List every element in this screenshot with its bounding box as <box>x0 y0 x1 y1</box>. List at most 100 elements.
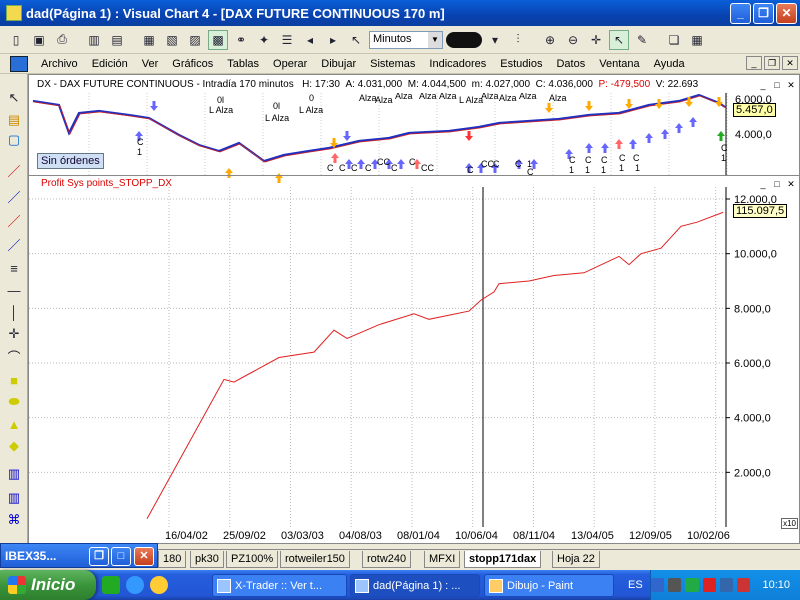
tab-rotw240[interactable]: rotw240 <box>362 551 412 568</box>
tab-hoja22[interactable]: Hoja 22 <box>552 551 600 568</box>
candle-chart-icon[interactable]: ▤ <box>107 30 127 50</box>
timeframe-select[interactable]: Minutos ▼ <box>369 30 443 49</box>
quicklaunch-app-icon[interactable] <box>102 576 120 594</box>
ibex-close-button[interactable]: ✕ <box>134 547 154 566</box>
layout-icon[interactable]: ▧ <box>162 30 182 50</box>
ibex-restore-button[interactable]: ❐ <box>89 547 109 566</box>
task-paint[interactable]: Dibujo - Paint <box>484 574 614 597</box>
curve-tool-icon[interactable]: ⌒ <box>4 346 24 366</box>
menu-graficos[interactable]: Gráficos <box>165 58 220 70</box>
task-visualchart[interactable]: dad(Página 1) : ... <box>350 574 480 597</box>
connection-icon[interactable] <box>719 578 734 592</box>
menu-edicion[interactable]: Edición <box>85 58 135 70</box>
timeframe-value: Minutos <box>373 32 412 45</box>
bar-chart-icon[interactable]: ▥ <box>84 30 104 50</box>
minimize-button[interactable]: _ <box>730 3 751 24</box>
dropdown-icon[interactable]: ▾ <box>485 30 505 50</box>
bar-style-icon[interactable]: ⫶ <box>508 30 528 50</box>
task-xtrader[interactable]: X-Trader :: Ver t... <box>212 574 347 597</box>
restore-button[interactable]: ❐ <box>753 3 774 24</box>
properties-icon[interactable]: ☰ <box>277 30 297 50</box>
menu-ver[interactable]: Ver <box>135 58 166 70</box>
start-button[interactable]: Inicio <box>0 570 96 600</box>
link-icon[interactable]: ⚭ <box>231 30 251 50</box>
menu-ayuda[interactable]: Ayuda <box>647 58 692 70</box>
ibex-maximize-button[interactable]: □ <box>111 547 131 566</box>
menu-archivo[interactable]: Archivo <box>34 58 85 70</box>
window-cascade-icon[interactable]: ❏ <box>664 30 684 50</box>
tab-180[interactable]: 180 <box>158 551 187 568</box>
open-page-icon[interactable]: ▦ <box>139 30 159 50</box>
cursor-tool-icon[interactable]: ↖ <box>346 30 366 50</box>
zoom-out-icon[interactable]: ⊖ <box>563 30 583 50</box>
menu-sistemas[interactable]: Sistemas <box>363 58 422 70</box>
security-icon[interactable] <box>685 578 699 592</box>
cycle-tool-icon[interactable]: ⌘ <box>4 510 24 530</box>
parallel-lines-icon[interactable]: ≡ <box>4 258 24 278</box>
monitor-icon[interactable] <box>668 578 682 592</box>
tab-rotweiler150[interactable]: rotweiler150 <box>280 551 350 568</box>
gann-icon[interactable]: ▥ <box>4 488 24 508</box>
panel-maximize-button[interactable]: □ <box>771 79 783 91</box>
crosshair-icon[interactable]: ✛ <box>586 30 606 50</box>
ruler-tool-icon[interactable]: ▤ <box>4 110 24 130</box>
firefox-icon[interactable] <box>150 576 168 594</box>
folder-icon[interactable]: ▨ <box>185 30 205 50</box>
zoom-in-icon[interactable]: ⊕ <box>540 30 560 50</box>
scroll-right-icon[interactable]: ▸ <box>323 30 343 50</box>
channel-tool-icon[interactable]: ／ <box>4 234 24 254</box>
rectangle-select-icon[interactable]: ▢ <box>4 130 24 150</box>
pointer-icon[interactable]: ↖ <box>609 29 629 50</box>
window-title: dad(Página 1) : Visual Chart 4 - [DAX FU… <box>26 5 445 21</box>
menu-indicadores[interactable]: Indicadores <box>422 58 493 70</box>
save-icon[interactable]: ▣ <box>29 30 49 50</box>
mail-icon[interactable] <box>702 578 716 592</box>
line-tool-icon[interactable]: ／ <box>4 186 24 206</box>
network-icon[interactable] <box>650 578 665 592</box>
window-tile-icon[interactable]: ▦ <box>687 30 707 50</box>
new-file-icon[interactable]: ▯ <box>6 30 26 50</box>
sell-signal-arrow <box>655 99 663 109</box>
mdi-minimize-button[interactable]: _ <box>746 56 762 70</box>
chart-area[interactable]: DX - DAX FUTURE CONTINUOUS - Intradía 17… <box>28 74 800 544</box>
ibex-minimized-window[interactable]: IBEX35... ❐ □ ✕ <box>0 543 158 568</box>
trendline-icon[interactable]: ／ <box>4 160 24 180</box>
fibonacci-icon[interactable]: ▥ <box>4 464 24 484</box>
diamond-shape-icon[interactable]: ◆ <box>4 436 24 456</box>
menu-ventana[interactable]: Ventana <box>592 58 646 70</box>
scroll-left-icon[interactable]: ◂ <box>300 30 320 50</box>
m-label: M: 4.044,500 <box>407 79 467 90</box>
vertical-line-icon[interactable]: │ <box>4 302 24 322</box>
language-indicator[interactable]: ES <box>628 579 643 591</box>
grid-icon[interactable]: ▩ <box>208 29 228 50</box>
square-shape-icon[interactable]: ■ <box>4 370 24 390</box>
magic-icon[interactable]: ✦ <box>254 30 274 50</box>
ellipse-shape-icon[interactable]: ⬬ <box>4 392 24 412</box>
menu-estudios[interactable]: Estudios <box>493 58 549 70</box>
menu-dibujar[interactable]: Dibujar <box>314 58 363 70</box>
arrow-tool-icon[interactable]: ↖ <box>4 88 24 108</box>
menu-tablas[interactable]: Tablas <box>220 58 266 70</box>
pen-icon[interactable]: ✎ <box>632 30 652 50</box>
mdi-close-button[interactable]: ✕ <box>782 56 798 70</box>
menu-datos[interactable]: Datos <box>549 58 592 70</box>
tab-stopp171dax[interactable]: stopp171dax <box>464 551 542 568</box>
panel-minimize-button[interactable]: _ <box>757 79 769 91</box>
print-icon[interactable]: ⎙ <box>52 30 72 50</box>
panel-close-button[interactable]: ✕ <box>785 79 797 91</box>
close-button[interactable]: ✕ <box>776 3 797 24</box>
triangle-shape-icon[interactable]: ▲ <box>4 414 24 434</box>
ray-tool-icon[interactable]: ／ <box>4 210 24 230</box>
tab-mfxi[interactable]: MFXI <box>424 551 461 568</box>
crosshair-tool-icon[interactable]: ✛ <box>4 324 24 344</box>
tab-pz100[interactable]: PZ100% <box>226 551 279 568</box>
horizontal-line-icon[interactable]: — <box>4 280 24 300</box>
mdi-restore-button[interactable]: ❐ <box>764 56 780 70</box>
ie-icon[interactable] <box>126 576 144 594</box>
profit-chart[interactable]: 12.000,010.000,08.000,06.000,04.000,02.0… <box>29 187 799 542</box>
no-orders-badge[interactable]: Sin órdenes <box>37 153 104 169</box>
menu-operar[interactable]: Operar <box>266 58 314 70</box>
scale-x10-label[interactable]: x10 <box>781 518 798 529</box>
tab-pk30[interactable]: pk30 <box>190 551 224 568</box>
alert-icon[interactable] <box>737 578 751 592</box>
